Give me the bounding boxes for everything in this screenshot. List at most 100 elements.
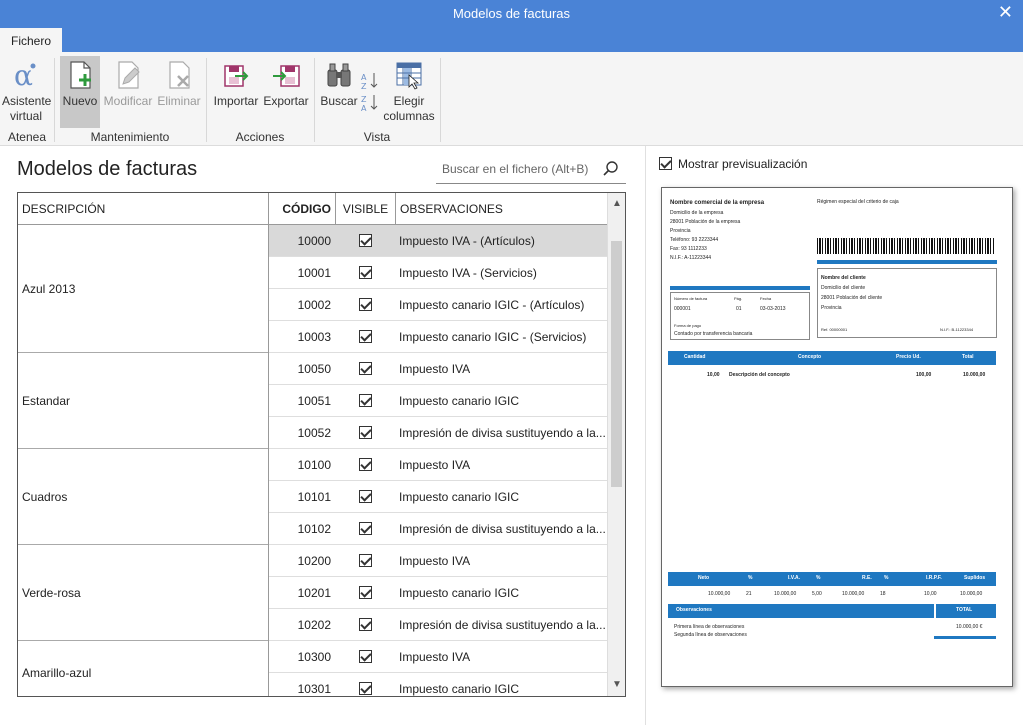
header-observaciones[interactable]: OBSERVACIONES xyxy=(395,193,608,225)
preview-total-value: 10.000,00 xyxy=(960,591,983,597)
table-row[interactable]: 10200 Impuesto IVA xyxy=(268,545,608,577)
search-input[interactable]: Buscar en el fichero (Alt+B) xyxy=(436,156,626,184)
observaciones-cell: Impuesto canario IGIC xyxy=(399,586,520,600)
visible-cell xyxy=(335,289,395,321)
visible-checkbox[interactable] xyxy=(359,298,372,311)
description-group[interactable]: Verde-rosa xyxy=(18,545,268,641)
scroll-thumb[interactable] xyxy=(611,241,622,487)
search-icon[interactable] xyxy=(602,160,620,178)
search-placeholder: Buscar en el fichero (Alt+B) xyxy=(442,162,589,176)
preview-item-price: 100,00 xyxy=(916,372,932,378)
alpha-icon: α xyxy=(14,60,36,90)
preview-checkbox-label[interactable]: Mostrar previsualización xyxy=(678,157,807,171)
preview-total-value: 10.000,00 xyxy=(708,591,731,597)
visible-checkbox[interactable] xyxy=(359,234,372,247)
table-row[interactable]: 10300 Impuesto IVA xyxy=(268,641,608,673)
modificar-button[interactable]: Modificar xyxy=(102,56,154,128)
ribbon: α Asistente virtual Nuevo Modificar Elim… xyxy=(0,52,1023,146)
visible-checkbox[interactable] xyxy=(359,266,372,279)
close-icon[interactable]: ✕ xyxy=(998,0,1013,24)
codigo-cell: 10201 xyxy=(268,577,335,609)
description-group[interactable]: Estandar xyxy=(18,353,268,449)
codigo-cell: 10003 xyxy=(268,321,335,353)
importar-label: Importar xyxy=(213,94,259,108)
codigo-cell: 10000 xyxy=(268,225,335,257)
preview-checkbox[interactable] xyxy=(659,157,672,170)
visible-cell xyxy=(335,321,395,353)
description-label: Estandar xyxy=(22,394,71,408)
sort-az-icon[interactable]: A Z Z A xyxy=(360,70,380,114)
preview-company-line: Fax: 93 1112233 xyxy=(670,246,707,252)
title-bar: Modelos de facturas ✕ xyxy=(0,0,1023,28)
table-row[interactable]: 10002 Impuesto canario IGIC - (Artículos) xyxy=(268,289,608,321)
group-label-vista: Vista xyxy=(363,130,391,144)
codigo-cell: 10100 xyxy=(268,449,335,481)
visible-checkbox[interactable] xyxy=(359,330,372,343)
header-visible[interactable]: VISIBLE xyxy=(335,193,395,225)
observaciones-cell: Impuesto IVA xyxy=(399,362,471,376)
window-title: Modelos de facturas xyxy=(452,6,571,21)
table-row[interactable]: 10202 Impresión de divisa sustituyendo a … xyxy=(268,609,608,641)
visible-checkbox[interactable] xyxy=(359,618,372,631)
preview-total-value: 10.000,00 xyxy=(774,591,797,597)
preview-items-col: Total xyxy=(962,354,974,360)
visible-checkbox[interactable] xyxy=(359,554,372,567)
preview-item-total: 10.000,00 xyxy=(963,372,986,378)
buscar-button[interactable]: Buscar xyxy=(320,56,358,128)
description-label: Verde-rosa xyxy=(22,586,81,600)
visible-checkbox[interactable] xyxy=(359,682,372,695)
vertical-scrollbar[interactable]: ▲ ▼ xyxy=(607,193,625,696)
visible-checkbox[interactable] xyxy=(359,490,372,503)
visible-checkbox[interactable] xyxy=(359,586,372,599)
asistente-virtual-button[interactable]: α Asistente virtual xyxy=(2,56,51,128)
elegir-columnas-button[interactable]: Elegir columnas xyxy=(382,56,436,128)
preview-client-nif: N.I.F.: B-11223344 xyxy=(940,327,974,332)
table-row[interactable]: 10001 Impuesto IVA - (Servicios) xyxy=(268,257,608,289)
scroll-down-icon[interactable]: ▼ xyxy=(608,676,625,694)
visible-checkbox[interactable] xyxy=(359,426,372,439)
eliminar-button[interactable]: Eliminar xyxy=(156,56,202,128)
preview-blue-bar xyxy=(934,636,996,639)
preview-payment-label: Forma de pago xyxy=(674,323,702,328)
table-row[interactable]: 10052 Impresión de divisa sustituyendo a … xyxy=(268,417,608,449)
description-group[interactable]: Amarillo-azul xyxy=(18,641,268,696)
table-row[interactable]: 10301 Impuesto canario IGIC xyxy=(268,673,608,696)
preview-invoice-label: Fecha xyxy=(760,296,772,301)
visible-checkbox[interactable] xyxy=(359,362,372,375)
scroll-up-icon[interactable]: ▲ xyxy=(608,195,625,213)
table-row[interactable]: 10000 Impuesto IVA - (Artículos) xyxy=(268,225,608,257)
table-row[interactable]: 10050 Impuesto IVA xyxy=(268,353,608,385)
table-row[interactable]: 10101 Impuesto canario IGIC xyxy=(268,481,608,513)
visible-checkbox[interactable] xyxy=(359,458,372,471)
visible-checkbox[interactable] xyxy=(359,394,372,407)
table-row[interactable]: 10003 Impuesto canario IGIC - (Servicios) xyxy=(268,321,608,353)
importar-button[interactable]: Importar xyxy=(212,56,260,128)
elegir-label: Elegir columnas xyxy=(383,94,435,123)
header-descripcion[interactable]: DESCRIPCIÓN xyxy=(18,193,268,225)
preview-totals-col: I.R.P.F. xyxy=(926,575,942,581)
table-row[interactable]: 10100 Impuesto IVA xyxy=(268,449,608,481)
preview-invoice-value: 01 xyxy=(736,306,742,312)
observaciones-cell: Impuesto IVA xyxy=(399,650,471,664)
table-row[interactable]: 10051 Impuesto canario IGIC xyxy=(268,385,608,417)
tab-fichero[interactable]: Fichero xyxy=(0,28,62,52)
preview-client-name: Nombre del cliente xyxy=(821,275,866,281)
exportar-button[interactable]: Exportar xyxy=(262,56,310,128)
preview-observ-header: Observaciones xyxy=(668,604,934,618)
visible-checkbox[interactable] xyxy=(359,522,372,535)
description-group[interactable]: Cuadros xyxy=(18,449,268,545)
observaciones-cell: Impuesto canario IGIC - (Servicios) xyxy=(399,330,587,344)
panel-divider xyxy=(645,146,646,725)
preview-totals-col: Suplidos xyxy=(964,575,986,581)
header-codigo[interactable]: CÓDIGO xyxy=(268,193,335,225)
preview-client-ref: Ref. 00000001 xyxy=(821,327,848,332)
observaciones-cell: Impuesto canario IGIC xyxy=(399,682,520,696)
table-row[interactable]: 10201 Impuesto canario IGIC xyxy=(268,577,608,609)
table-row[interactable]: 10102 Impresión de divisa sustituyendo a … xyxy=(268,513,608,545)
codigo-cell: 10101 xyxy=(268,481,335,513)
visible-cell xyxy=(335,417,395,449)
new-document-icon xyxy=(70,61,91,89)
visible-checkbox[interactable] xyxy=(359,650,372,663)
nuevo-button[interactable]: Nuevo xyxy=(60,56,100,128)
description-group[interactable]: Azul 2013 xyxy=(18,225,268,353)
